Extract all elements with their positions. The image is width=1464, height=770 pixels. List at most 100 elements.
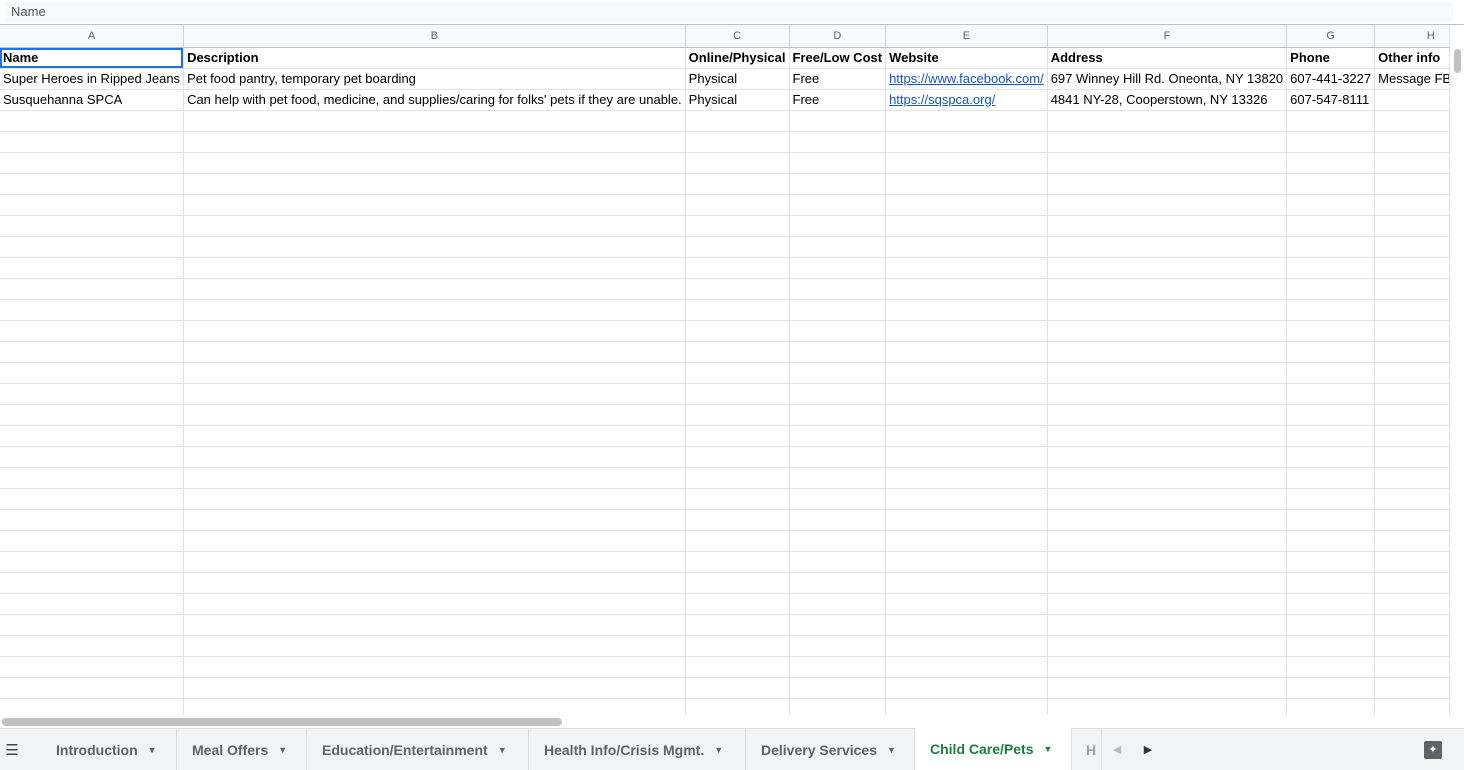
cell-c29[interactable] — [685, 635, 790, 657]
tab-h[interactable]: H — [1072, 729, 1102, 770]
cell-b20[interactable] — [183, 446, 686, 468]
cell-f21[interactable] — [1047, 467, 1288, 489]
arrow-left-icon[interactable]: ◀ — [1102, 729, 1132, 770]
cell-h28[interactable] — [1374, 614, 1449, 636]
cell-c10[interactable] — [685, 236, 790, 258]
cell-f19[interactable] — [1047, 425, 1288, 447]
cell-d3[interactable]: Free — [789, 89, 887, 111]
cell-c27[interactable] — [685, 593, 790, 615]
cell-g14[interactable] — [1286, 320, 1376, 342]
cell-a28[interactable] — [0, 614, 185, 636]
cell-h18[interactable] — [1374, 404, 1449, 426]
cell-e25[interactable] — [885, 551, 1048, 573]
cell-f17[interactable] — [1047, 383, 1288, 405]
column-header-e[interactable]: E — [885, 25, 1048, 48]
cell-g22[interactable] — [1286, 488, 1376, 510]
arrow-right-icon[interactable]: ▶ — [1133, 729, 1163, 770]
cell-d21[interactable] — [789, 467, 887, 489]
caret-down-icon[interactable]: ▼ — [498, 745, 507, 755]
cell-g2[interactable]: 607-441-3227 — [1286, 68, 1376, 90]
cell-d8[interactable] — [789, 194, 887, 216]
cell-g20[interactable] — [1286, 446, 1376, 468]
cell-c22[interactable] — [685, 488, 790, 510]
cell-g16[interactable] — [1286, 362, 1376, 384]
cell-c23[interactable] — [685, 509, 790, 531]
cell-f2[interactable]: 697 Winney Hill Rd. Oneonta, NY 13820 — [1047, 68, 1288, 90]
column-header-d[interactable]: D — [789, 25, 887, 48]
cell-e1[interactable]: Website — [885, 47, 1048, 69]
cell-b7[interactable] — [183, 173, 686, 195]
cell-h8[interactable] — [1374, 194, 1449, 216]
cell-f4[interactable] — [1047, 110, 1288, 132]
cell-g31[interactable] — [1286, 677, 1376, 699]
cell-g17[interactable] — [1286, 383, 1376, 405]
cell-e4[interactable] — [885, 110, 1048, 132]
column-header-f[interactable]: F — [1047, 25, 1288, 48]
cell-f8[interactable] — [1047, 194, 1288, 216]
cell-d18[interactable] — [789, 404, 887, 426]
cell-g7[interactable] — [1286, 173, 1376, 195]
cell-a31[interactable] — [0, 677, 185, 699]
cell-b6[interactable] — [183, 152, 686, 174]
cell-g3[interactable]: 607-547-8111 — [1286, 89, 1376, 111]
explore-icon[interactable]: ✦ — [1420, 737, 1446, 763]
cell-c11[interactable] — [685, 257, 790, 279]
tab-introduction[interactable]: Introduction ▼ — [41, 729, 177, 770]
cell-c21[interactable] — [685, 467, 790, 489]
cell-c3[interactable]: Physical — [685, 89, 790, 111]
cell-h21[interactable] — [1374, 467, 1449, 489]
cell-f25[interactable] — [1047, 551, 1288, 573]
cell-e30[interactable] — [885, 656, 1048, 678]
cell-a19[interactable] — [0, 425, 185, 447]
cell-a3[interactable]: Susquehanna SPCA — [0, 89, 185, 111]
cell-h7[interactable] — [1374, 173, 1449, 195]
cell-a24[interactable] — [0, 530, 185, 552]
cell-b24[interactable] — [183, 530, 686, 552]
cell-g25[interactable] — [1286, 551, 1376, 573]
cell-c2[interactable]: Physical — [685, 68, 790, 90]
cell-b13[interactable] — [183, 299, 686, 321]
cell-a9[interactable] — [0, 215, 185, 237]
cell-g32[interactable] — [1286, 698, 1376, 715]
cell-c28[interactable] — [685, 614, 790, 636]
cell-b12[interactable] — [183, 278, 686, 300]
cell-e13[interactable] — [885, 299, 1048, 321]
cell-h31[interactable] — [1374, 677, 1449, 699]
cell-c1[interactable]: Online/Physical — [685, 47, 790, 69]
cell-a25[interactable] — [0, 551, 185, 573]
cell-a13[interactable] — [0, 299, 185, 321]
cell-c4[interactable] — [685, 110, 790, 132]
cell-f23[interactable] — [1047, 509, 1288, 531]
cell-a17[interactable] — [0, 383, 185, 405]
cell-e20[interactable] — [885, 446, 1048, 468]
cell-d13[interactable] — [789, 299, 887, 321]
caret-down-icon[interactable]: ▼ — [1043, 744, 1052, 754]
cell-a7[interactable] — [0, 173, 185, 195]
cell-a4[interactable] — [0, 110, 185, 132]
cell-c14[interactable] — [685, 320, 790, 342]
cell-f26[interactable] — [1047, 572, 1288, 594]
cell-b32[interactable] — [183, 698, 686, 715]
cell-e11[interactable] — [885, 257, 1048, 279]
cell-h6[interactable] — [1374, 152, 1449, 174]
cell-g11[interactable] — [1286, 257, 1376, 279]
cell-b15[interactable] — [183, 341, 686, 363]
cell-b30[interactable] — [183, 656, 686, 678]
cell-a14[interactable] — [0, 320, 185, 342]
cell-h11[interactable] — [1374, 257, 1449, 279]
cell-d20[interactable] — [789, 446, 887, 468]
cell-a12[interactable] — [0, 278, 185, 300]
cell-g29[interactable] — [1286, 635, 1376, 657]
cell-g8[interactable] — [1286, 194, 1376, 216]
tab-child-care-pets[interactable]: Child Care/Pets ▼ — [915, 728, 1072, 770]
cell-g19[interactable] — [1286, 425, 1376, 447]
cell-d12[interactable] — [789, 278, 887, 300]
cell-g4[interactable] — [1286, 110, 1376, 132]
cell-e5[interactable] — [885, 131, 1048, 153]
cell-a23[interactable] — [0, 509, 185, 531]
cell-g12[interactable] — [1286, 278, 1376, 300]
cell-c25[interactable] — [685, 551, 790, 573]
cell-a30[interactable] — [0, 656, 185, 678]
cell-b2[interactable]: Pet food pantry, temporary pet boarding — [183, 68, 686, 90]
cell-c16[interactable] — [685, 362, 790, 384]
